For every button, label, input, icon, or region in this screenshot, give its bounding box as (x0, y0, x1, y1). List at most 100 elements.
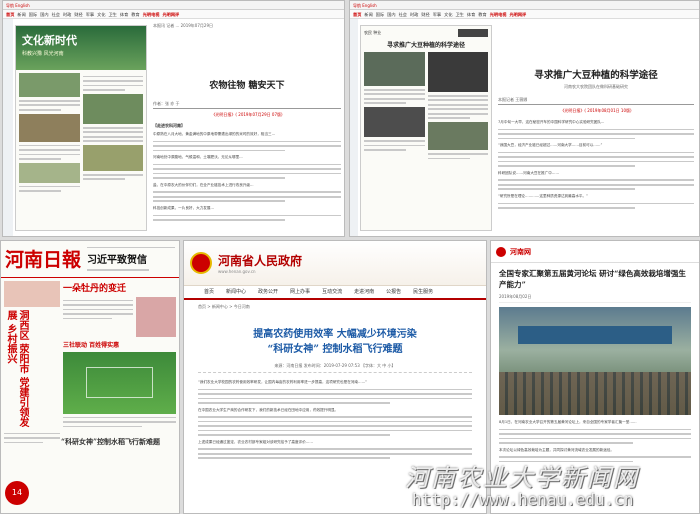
nav-item[interactable]: 国际 (376, 10, 384, 18)
page-number-badge: 14 (5, 481, 29, 505)
newspaper-masthead: 河南日報 (5, 249, 82, 272)
nav-item[interactable]: 社会 (52, 10, 60, 18)
nav-bar: 首页 新闻 国际 国内 社会 时政 财经 军事 文化 卫生 体育 教育 光明电视… (3, 10, 344, 19)
site-title[interactable]: 河南省人民政府 (218, 252, 302, 269)
caption-headline: “科研女神”控制水稻飞行新难题 (61, 437, 161, 446)
gov-nav-item[interactable]: 民生服务 (413, 286, 433, 298)
article-column: 寻求推广大豆种植的科学途径 河南农大农院团队在做科研基础研究 本报记者 王薇娜 … (498, 23, 694, 212)
newspaper-page-thumbnail[interactable]: 农民 种业 寻求推广大豆种植的科学途径 (360, 25, 492, 231)
news-header: 河南网 (491, 241, 699, 263)
article-column: 本报讯 记者 ... 2019年07月29日 农物往物 糖安天下 作者：张 亦 … (153, 23, 341, 224)
nav-item[interactable]: 光明网评 (509, 10, 526, 18)
henan-daily-page[interactable]: 河南日報 习近平致贺信 洞西区 荥阳市 党建引领发展 乡村振兴 一朵牡丹的变迁 … (0, 240, 180, 514)
nav-item[interactable]: 光明网评 (162, 10, 179, 18)
thumb-photo (82, 93, 143, 124)
nav-item[interactable]: 新闻 (17, 10, 25, 18)
nav-item[interactable]: 时政 (63, 10, 71, 18)
nav-item[interactable]: 军事 (433, 10, 441, 18)
nav-item[interactable]: 首页 (353, 10, 361, 18)
thumb-photo (364, 52, 425, 86)
thumb-photo (19, 162, 80, 183)
nav-item[interactable]: 军事 (86, 10, 94, 18)
article-date: 《光明日报》( 2019年08月01日 10版) (560, 108, 632, 113)
breadcrumb[interactable]: 首页 > 新闻中心 > 今日河南 (184, 300, 486, 313)
nav-item[interactable]: 卫生 (109, 10, 117, 18)
nav-item[interactable]: 国内 (40, 10, 48, 18)
top-bar-text[interactable]: 导航 English (353, 3, 377, 8)
gov-nav-item[interactable]: 新闻中心 (226, 286, 246, 298)
nav-item[interactable]: 文化 (444, 10, 452, 18)
thumb-subtitle: 科教兴豫 风光河南 (22, 51, 64, 57)
newspaper-page-thumbnail[interactable]: 文化新时代 科教兴豫 风光河南 (15, 25, 147, 231)
thumb-photo (136, 296, 176, 337)
article-title: 农物往物 糖安天下 (209, 81, 285, 91)
article-meta: 本报讯 记者 ... 2019年07月29日 (153, 23, 213, 28)
collage: 导航 English 首页 新闻 国际 国内 社会 时政 财经 军事 文化 卫生… (0, 0, 700, 514)
thumb-heading: 农民 种业 (364, 30, 382, 35)
divider (498, 104, 694, 105)
section-headline: 三社联动 百姓得实惠 (63, 341, 120, 349)
nav-item[interactable]: 卫生 (456, 10, 464, 18)
nav-bar: 首页 新闻 国际 国内 社会 时政 财经 军事 文化 卫生 体育 教育 光明电视… (350, 10, 699, 19)
nav-item[interactable]: 教育 (131, 10, 139, 18)
article-subtitle: 河南农大农院团队在做科研基础研究 (564, 84, 628, 89)
article-paragraph: 本次论坛以绿色高效栽培为主题，共同探讨黄河流域农业发展的新途径。 (499, 447, 614, 452)
top-bar: 导航 English (3, 1, 344, 10)
story-headline: 一朵牡丹的变迁 (63, 283, 127, 294)
thumb-photo (427, 122, 488, 151)
top-bar: 导航 English (350, 1, 699, 10)
gov-nav-item[interactable]: 网上办事 (290, 286, 310, 298)
thumb-photo (4, 280, 60, 307)
nav-item[interactable]: 文化 (97, 10, 105, 18)
article-date: 2019年08月02日 (499, 294, 691, 303)
gov-nav-item[interactable]: 公报告 (386, 286, 401, 298)
nav-item[interactable]: 财经 (74, 10, 82, 18)
article-title-line2: “科研女神” 控制水稻飞行难题 (267, 344, 403, 355)
article-paragraph: 上述成果已经通过鉴定，农业农村部专家组对该研究给予了高度评价…… (198, 439, 313, 444)
divider (153, 108, 341, 109)
site-title[interactable]: 河南网 (510, 247, 531, 257)
gov-nav-item[interactable]: 政务公开 (258, 286, 278, 298)
top-bar-text[interactable]: 导航 English (6, 3, 30, 8)
article-paragraph: 科技创新成果，一片良好，大力发展... (153, 205, 214, 210)
thumb-photo (19, 73, 80, 97)
watermark-title: 河南农业大学新闻网 (405, 464, 639, 492)
national-emblem-icon (190, 252, 212, 274)
thumb-banner-image: 文化新时代 科教兴豫 风光河南 (16, 26, 146, 70)
nav-item[interactable]: 财经 (421, 10, 429, 18)
site-logo-icon (496, 246, 506, 257)
vertical-headline: 洞西区 荥阳市 党建引领发展 乡村振兴 (5, 309, 28, 427)
nav-item[interactable]: 首页 (6, 10, 14, 18)
gov-header: 河南省人民政府 www.henan.gov.cn (184, 241, 486, 285)
gov-nav-item[interactable]: 走进河南 (354, 286, 374, 298)
nav-item[interactable]: 体育 (467, 10, 475, 18)
gov-nav-item[interactable]: 互动交流 (322, 286, 342, 298)
nav-item[interactable]: 教育 (478, 10, 486, 18)
article-meta: 来源：河南日报 发布时间：2019-07-29 07:53 【字体：大 中 小】 (198, 363, 472, 373)
watermark-url: http://www.henau.edu.cn (412, 490, 634, 509)
article-date: 《光明日报》( 2019年07月29日 07版) (211, 112, 283, 117)
site-url: www.henan.gov.cn (218, 269, 256, 274)
nav-item[interactable]: 时政 (410, 10, 418, 18)
thumb-photo (82, 144, 143, 171)
article-title: 全国专家汇聚第五届黄河论坛 研讨“绿色高效栽培增强生产能力” (499, 269, 686, 289)
article-title-line1: 提高农药使用效率 大幅减少环境污染 (253, 329, 417, 340)
nav-item[interactable]: 光明电视 (490, 10, 507, 18)
nav-item[interactable]: 光明电视 (143, 10, 160, 18)
article-section: 【走进农科河南】 (153, 123, 185, 128)
thumb-title: 寻求推广大豆种植的科学途径 (386, 42, 465, 49)
thumb-masthead: 文化新时代 (22, 34, 77, 47)
thumb-photo (427, 52, 488, 92)
article-paragraph: 科研团队说……河南大豆在推广中…… (498, 170, 560, 175)
conference-photo (499, 307, 691, 415)
nav-item[interactable]: 体育 (120, 10, 128, 18)
nav-item[interactable]: 新闻 (364, 10, 372, 18)
gov-nav-item[interactable]: 首页 (204, 286, 214, 298)
gov-nav-bar: 首页 新闻中心 政务公开 网上办事 互动交流 走进河南 公报告 民生服务 (184, 285, 486, 300)
nav-item[interactable]: 社会 (399, 10, 407, 18)
article-author: 本报记者 王薇娜 (498, 97, 528, 102)
side-band (350, 19, 358, 236)
nav-item[interactable]: 国内 (387, 10, 395, 18)
article-paragraph: “我国大豆，经济产业链已经超过……河南大学……目前可以……” (498, 143, 603, 148)
nav-item[interactable]: 国际 (29, 10, 37, 18)
